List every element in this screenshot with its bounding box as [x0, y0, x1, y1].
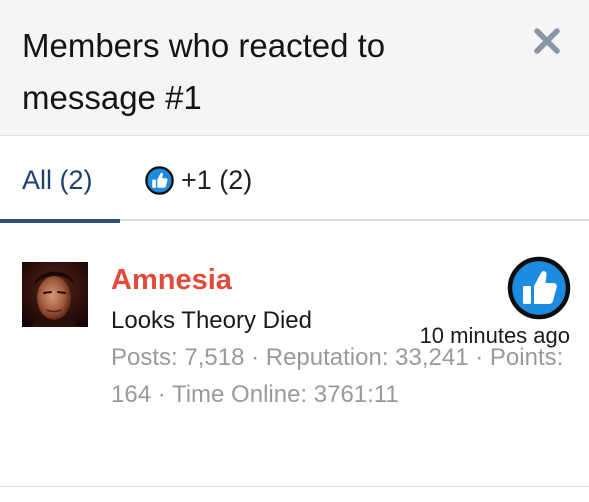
- member-user-title: Looks Theory Died: [111, 307, 312, 334]
- tab-plus-one-label: +1 (2): [181, 165, 253, 195]
- member-row: Amnesia Looks Theory Died Posts: 7,518 ·…: [0, 221, 589, 487]
- close-icon: [534, 28, 560, 54]
- avatar[interactable]: [22, 262, 88, 327]
- close-button[interactable]: [530, 24, 564, 58]
- tab-all[interactable]: All (2): [0, 136, 120, 223]
- avatar-image: [22, 262, 88, 327]
- reaction-time: 10 minutes ago: [419, 323, 570, 348]
- thumbs-up-icon: [507, 256, 571, 320]
- tab-plus-one[interactable]: +1 (2): [145, 136, 295, 221]
- member-name[interactable]: Amnesia: [111, 262, 232, 298]
- tab-all-label: All (2): [22, 165, 93, 195]
- dialog-title: Members who reacted to message #1: [22, 27, 386, 116]
- reaction-badge: [507, 256, 571, 320]
- dialog-header: Members who reacted to message #1: [0, 0, 589, 136]
- thumbs-up-icon: [145, 166, 174, 195]
- reaction-tabs: All (2) +1 (2): [0, 136, 589, 223]
